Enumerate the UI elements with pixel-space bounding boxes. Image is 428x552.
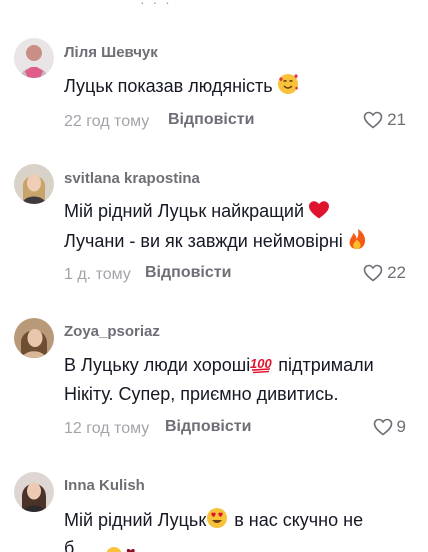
heart-outline-icon — [363, 264, 383, 282]
comment-username[interactable]: Inna Kulish — [64, 477, 145, 494]
comment-username[interactable]: Zoya_psoriaz — [64, 323, 160, 340]
reply-button[interactable]: Відповісти — [168, 111, 254, 129]
partial-emoji-icon — [104, 539, 144, 552]
comment-text: Мій рідний Луцьк в нас скучно не — [64, 507, 363, 535]
previous-comment-cutoff: · · · — [140, 0, 172, 10]
comment-text: Лучани - ви як завжди неймовірні — [64, 228, 367, 256]
reply-button[interactable]: Відповісти — [145, 264, 231, 282]
comment-username[interactable]: svitlana krapostina — [64, 170, 200, 187]
like-count: 21 — [387, 110, 406, 129]
comment-timestamp: 22 год тому — [64, 113, 150, 130]
comment-username[interactable]: Ліля Шевчук — [64, 44, 158, 61]
comment-text: Луцьк показав людяність — [64, 73, 299, 101]
heart-outline-icon — [363, 111, 383, 129]
avatar[interactable] — [14, 472, 54, 512]
avatar[interactable] — [14, 38, 54, 78]
avatar[interactable] — [14, 318, 54, 358]
like-button[interactable]: 9 — [373, 417, 406, 437]
comment-text: В Луцьку люди хороші 100 підтримали — [64, 353, 374, 380]
avatar[interactable] — [14, 164, 54, 204]
smiling-face-with-hearts-icon — [277, 73, 299, 101]
comment-timestamp: 1 д. тому — [64, 266, 131, 283]
like-button[interactable]: 22 — [363, 263, 406, 283]
heart-outline-icon — [373, 418, 393, 436]
fire-icon — [347, 228, 367, 256]
heart-eyes-icon — [206, 507, 228, 535]
comment-text: Мій рідний Луцьк найкращий — [64, 199, 330, 226]
reply-button[interactable]: Відповісти — [165, 418, 251, 436]
comment-text-cutoff: б — [64, 536, 144, 552]
like-count: 9 — [396, 417, 406, 436]
red-heart-icon — [308, 200, 330, 226]
hundred-points-icon: 100 — [250, 354, 274, 380]
like-button[interactable]: 21 — [363, 110, 406, 130]
comment-timestamp: 12 год тому — [64, 420, 150, 437]
comment-text: Нікіту. Супер, приємно дивитись. — [64, 384, 339, 404]
like-count: 22 — [387, 263, 406, 282]
